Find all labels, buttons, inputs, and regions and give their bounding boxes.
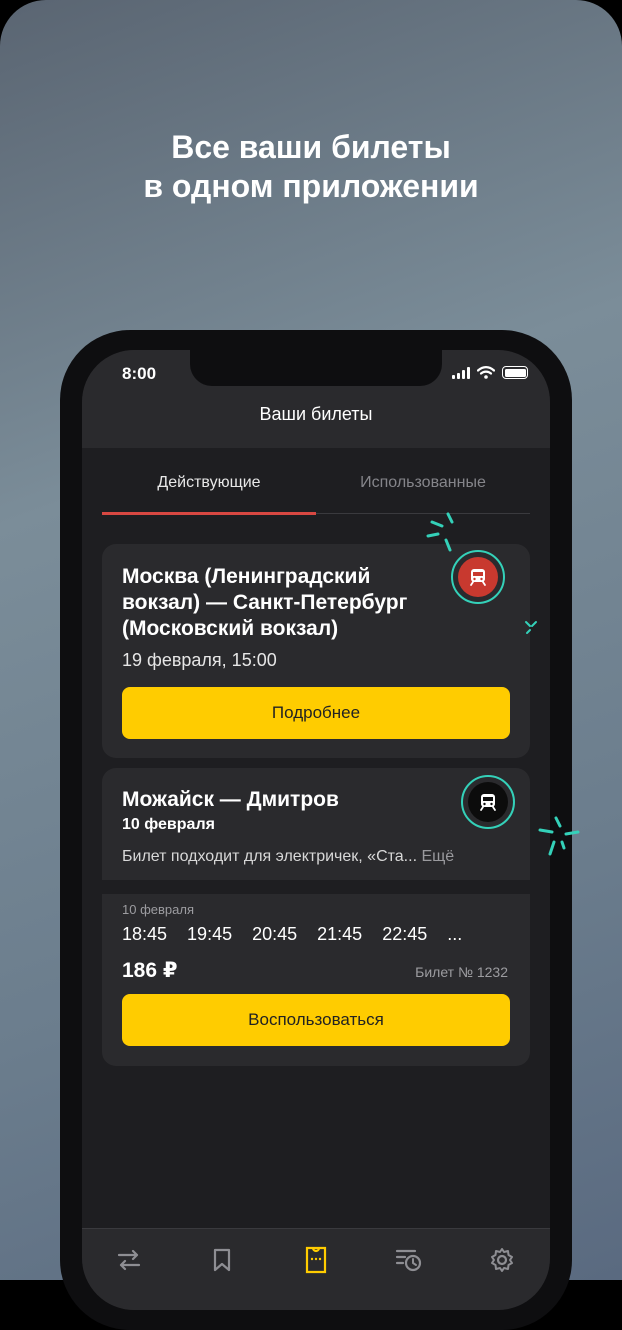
headline-line-2: в одном приложении	[143, 168, 479, 204]
departure-time: 20:45	[252, 924, 298, 944]
bottom-nav	[82, 1228, 550, 1310]
more-link[interactable]: Ещё	[421, 848, 454, 865]
tab-used-tickets[interactable]: Использованные	[316, 474, 530, 514]
status-icons	[452, 366, 528, 379]
ticket-icon[interactable]	[301, 1245, 331, 1275]
ticket-number: Билет № 1232	[415, 964, 508, 980]
promo-headline: Все ваши билеты в одном приложении	[0, 128, 622, 206]
sparkle-decoration	[426, 512, 454, 552]
bookmark-icon[interactable]	[207, 1245, 237, 1275]
page-title: Ваши билеты	[259, 404, 373, 424]
train-icon	[468, 782, 508, 822]
ticket-description: Билет подходит для электричек, «Ста...	[122, 848, 418, 865]
train-badge	[451, 550, 505, 604]
schedule-date: 10 февраля	[122, 902, 194, 917]
settings-icon[interactable]	[487, 1245, 517, 1275]
departure-time-more: ...	[447, 924, 463, 944]
train-icon	[458, 557, 498, 597]
routes-icon[interactable]	[114, 1245, 144, 1275]
departure-time: 19:45	[187, 924, 233, 944]
ticket-date: 10 февраля	[122, 816, 215, 833]
sparkle-decoration	[525, 621, 537, 634]
tab-bar: Действующие Использованные	[102, 468, 530, 515]
headline-line-1: Все ваши билеты	[171, 129, 451, 165]
status-time: 8:00	[122, 364, 157, 383]
signal-icon	[452, 366, 470, 379]
departure-time: 18:45	[122, 924, 168, 944]
details-button[interactable]: Подробнее	[122, 687, 510, 739]
top-bar: 8:00 Ваши билеты	[82, 350, 550, 448]
notch	[190, 350, 442, 386]
ticket-datetime: 19 февраля, 15:00	[122, 650, 277, 670]
history-icon[interactable]	[394, 1245, 424, 1275]
ticket-route: Москва (Ленинградский вокзал) — Санкт-Пе…	[122, 565, 408, 640]
card-divider	[102, 880, 530, 894]
ticket-price: 186 ₽	[122, 959, 178, 982]
use-ticket-button[interactable]: Воспользоваться	[122, 994, 510, 1046]
departure-time: 21:45	[317, 924, 363, 944]
departure-times: 18:45 19:45 20:45 21:45 22:45 ...	[122, 924, 462, 945]
sparkle-decoration	[538, 816, 580, 856]
departure-time: 22:45	[382, 924, 428, 944]
train-badge	[461, 775, 515, 829]
tab-active-tickets[interactable]: Действующие	[102, 474, 316, 515]
ticket-route: Можайск — Дмитров	[122, 788, 339, 811]
battery-icon	[502, 366, 528, 379]
wifi-icon	[477, 366, 495, 379]
phone-screen: 8:00 Ваши билеты Действующие Использован…	[82, 350, 550, 1310]
ticket-description-row: Билет подходит для электричек, «Ста... Е…	[122, 848, 510, 866]
